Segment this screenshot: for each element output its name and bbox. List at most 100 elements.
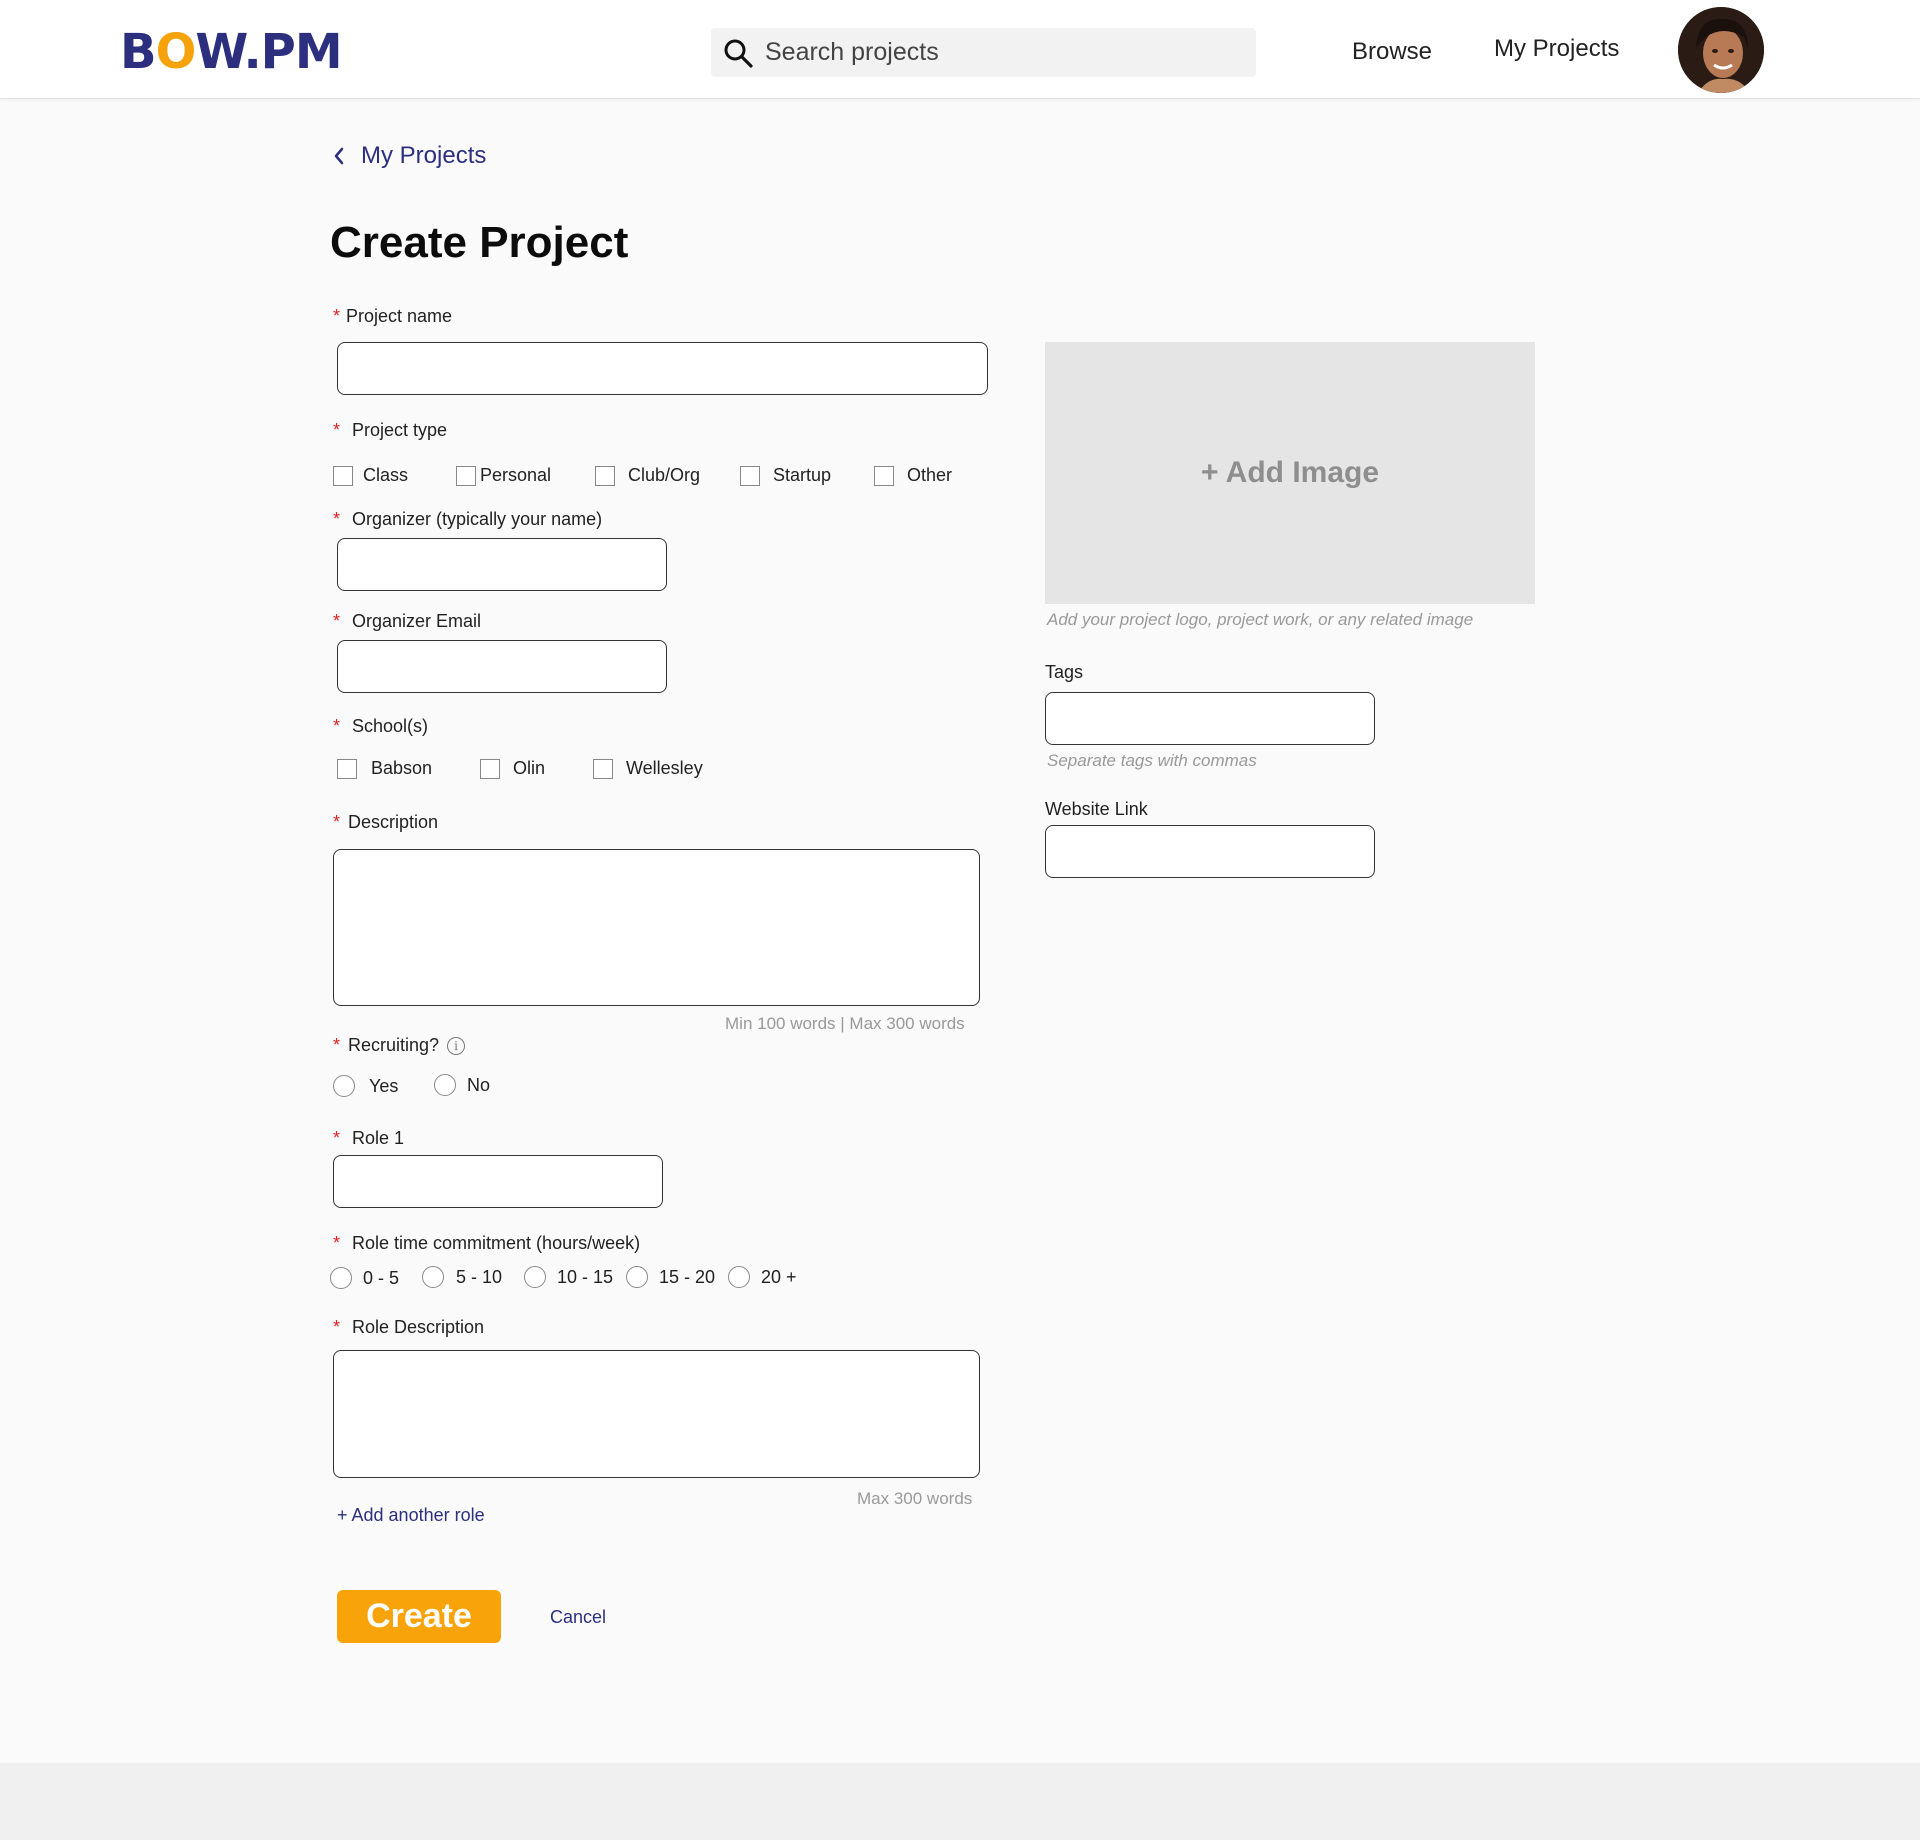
search-input[interactable] [765, 28, 1245, 77]
schools-label-text: School(s) [352, 716, 429, 736]
role-1-field [333, 1155, 663, 1208]
time-commitment-label: * Role time commitment (hours/week) [333, 1233, 640, 1254]
checkbox-other[interactable]: Other [874, 465, 952, 486]
back-to-my-projects-link[interactable]: My Projects [333, 142, 486, 170]
radio-circle[interactable] [330, 1267, 352, 1289]
description-textarea[interactable] [334, 850, 979, 1005]
role-description-field [333, 1350, 980, 1478]
checkbox-babson[interactable]: Babson [337, 758, 432, 779]
radio-hours-0-5[interactable]: 0 - 5 [330, 1267, 399, 1289]
add-image-dropzone[interactable]: + Add Image [1045, 342, 1535, 604]
role-description-textarea[interactable] [334, 1351, 979, 1477]
radio-recruiting-yes[interactable]: Yes [333, 1075, 398, 1097]
description-field [333, 849, 980, 1006]
organizer-email-input[interactable] [338, 641, 666, 692]
tags-field [1045, 692, 1375, 745]
radio-10-15-label: 10 - 15 [557, 1266, 614, 1287]
checkbox-personal[interactable]: Personal [456, 465, 551, 486]
checkbox-class-label: Class [363, 465, 409, 485]
project-name-input[interactable] [338, 343, 987, 394]
project-type-label: * Project type [333, 420, 447, 441]
website-link-field [1045, 825, 1375, 878]
logo-letter-b: B [120, 24, 157, 80]
add-image-button-label: + Add Image [1200, 456, 1380, 489]
checkbox-club-org-label: Club/Org [628, 465, 701, 485]
nav-my-projects-link[interactable]: My Projects [1494, 35, 1619, 63]
logo-letter-o: O [155, 24, 197, 80]
checkbox-box[interactable] [593, 758, 613, 779]
radio-hours-10-15[interactable]: 10 - 15 [524, 1266, 613, 1288]
radio-20-plus-label: 20 + [761, 1266, 797, 1287]
checkbox-box[interactable] [337, 758, 357, 779]
description-label: * Description [333, 812, 438, 833]
checkbox-startup[interactable]: Startup [740, 465, 831, 486]
checkbox-box[interactable] [480, 758, 500, 779]
top-nav-bar: BOW.PM Browse My Projects [0, 0, 1920, 99]
website-link-label: Website Link [1045, 799, 1148, 819]
tags-hint: Separate tags with commas [1047, 751, 1257, 770]
search-bar [711, 28, 1256, 77]
radio-circle[interactable] [333, 1075, 355, 1097]
radio-circle[interactable] [422, 1266, 444, 1288]
radio-no-label: No [467, 1074, 491, 1095]
radio-circle[interactable] [626, 1266, 648, 1288]
project-name-label-text: Project name [346, 306, 453, 326]
checkbox-class[interactable]: Class [333, 465, 408, 486]
add-image-hint: Add your project logo, project work, or … [1047, 610, 1474, 629]
radio-0-5-label: 0 - 5 [363, 1267, 400, 1288]
checkbox-wellesley[interactable]: Wellesley [593, 758, 703, 779]
website-link-input[interactable] [1046, 826, 1374, 877]
organizer-input[interactable] [338, 539, 666, 590]
radio-circle[interactable] [524, 1266, 546, 1288]
recruiting-label-text: Recruiting? [348, 1035, 440, 1055]
checkbox-box[interactable] [595, 465, 615, 486]
description-word-limit-hint: Min 100 words | Max 300 words [725, 1014, 965, 1033]
checkbox-box[interactable] [874, 465, 894, 486]
organizer-field [337, 538, 667, 591]
role-description-label-text: Role Description [352, 1317, 485, 1337]
radio-hours-15-20[interactable]: 15 - 20 [626, 1266, 715, 1288]
radio-15-20-label: 15 - 20 [659, 1266, 716, 1287]
organizer-email-field [337, 640, 667, 693]
radio-hours-20-plus[interactable]: 20 + [728, 1266, 797, 1288]
required-mark: * [333, 306, 341, 326]
project-name-field [337, 342, 988, 395]
checkbox-box[interactable] [333, 465, 353, 486]
radio-recruiting-no[interactable]: No [434, 1074, 490, 1096]
tags-input[interactable] [1046, 693, 1374, 744]
avatar-portrait-image [1678, 7, 1764, 93]
organizer-email-label: * Organizer Email [333, 611, 481, 632]
nav-browse-link[interactable]: Browse [1352, 38, 1432, 66]
role-description-label: * Role Description [333, 1317, 484, 1338]
user-avatar[interactable] [1678, 7, 1764, 93]
radio-hours-5-10[interactable]: 5 - 10 [422, 1266, 502, 1288]
checkbox-startup-label: Startup [773, 465, 832, 485]
role-1-label: * Role 1 [333, 1128, 404, 1149]
add-another-role-link[interactable]: + Add another role [337, 1505, 485, 1526]
time-commitment-label-text: Role time commitment (hours/week) [352, 1233, 641, 1253]
chevron-left-icon [334, 147, 344, 165]
checkbox-olin[interactable]: Olin [480, 758, 545, 779]
project-type-label-text: Project type [352, 420, 448, 440]
radio-circle[interactable] [434, 1074, 456, 1096]
info-icon[interactable]: i [447, 1036, 466, 1055]
radio-circle[interactable] [728, 1266, 750, 1288]
create-button[interactable]: Create [337, 1590, 501, 1643]
checkbox-box[interactable] [456, 465, 476, 486]
required-mark: * [333, 812, 341, 832]
radio-5-10-label: 5 - 10 [456, 1266, 503, 1287]
checkbox-club-org[interactable]: Club/Org [595, 465, 700, 486]
role-1-input[interactable] [334, 1156, 662, 1207]
search-icon [724, 39, 753, 68]
required-mark: * [333, 509, 341, 529]
checkbox-olin-label: Olin [513, 758, 546, 778]
cancel-link[interactable]: Cancel [550, 1607, 606, 1628]
radio-yes-label: Yes [369, 1075, 399, 1096]
bow-pm-logo[interactable]: B O W.PM [120, 24, 343, 80]
logo-letters-w-pm: W.PM [195, 24, 342, 80]
role-description-word-limit-hint: Max 300 words [857, 1489, 973, 1508]
project-name-label: * Project name [333, 306, 452, 327]
checkbox-box[interactable] [740, 465, 760, 486]
organizer-label-text: Organizer (typically your name) [352, 509, 603, 529]
schools-label: * School(s) [333, 716, 428, 737]
